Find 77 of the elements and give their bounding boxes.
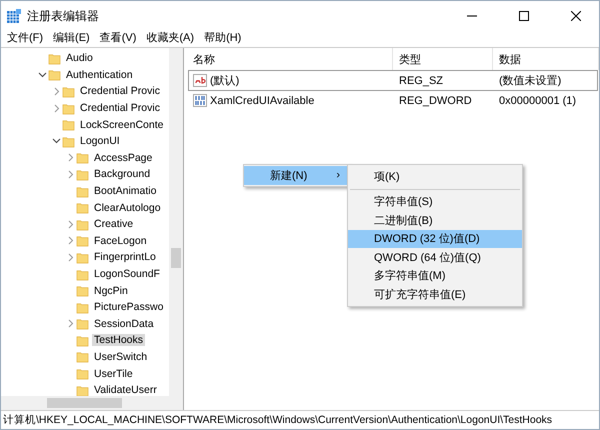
tree-item[interactable]: Credential Provic [78,102,162,114]
menu-item[interactable]: 可扩充字符串值(E) [348,285,522,304]
folder-icon [62,84,75,98]
folder-icon [76,367,89,380]
menu-item[interactable]: 字符串值(S) [348,192,522,211]
table-cell-text: (数值未设置) [498,74,562,88]
folder-icon [76,284,89,298]
tree-item[interactable]: TestHooks [92,334,146,346]
value-name: (默认) [210,74,240,88]
folder-icon [76,168,89,181]
tree-item[interactable]: Credential Provic [78,85,162,98]
close-icon [571,11,581,21]
tree-item[interactable]: BootAnimatio [92,185,158,198]
tree-item[interactable]: UserTile [92,368,135,380]
tree-item[interactable]: FingerprintLo [92,251,158,264]
menu-item[interactable]: 二进制值(B) [348,211,522,230]
tree-item[interactable]: LogonUI [78,135,122,148]
chevron-down-icon[interactable] [38,72,47,78]
tree-item[interactable]: PicturePasswo [92,301,166,314]
folder-icon [48,68,61,82]
tree-item[interactable]: Creative [92,218,136,230]
maximize-icon [519,11,529,21]
tree-item[interactable]: Authentication [64,68,135,81]
tree-item[interactable]: Audio [64,52,95,64]
menu-item[interactable]: 帮助(H) [204,30,242,44]
folder-icon [76,317,89,330]
menu-item[interactable]: QWORD (64 位)值(Q) [348,248,522,266]
folder-icon [62,118,75,132]
tree-item[interactable]: LogonSoundF [92,268,162,280]
table-cell-text: REG_DWORD [398,94,473,106]
table-cell-text: REG_SZ [398,74,444,86]
string-value-icon [193,74,207,87]
table-row[interactable]: XamlCredUIAvailable REG_DWORD 0x00000001 (1) [189,91,597,110]
menu-item[interactable]: 新建(N) › [244,166,348,184]
menu-item[interactable]: DWORD (32 位)值(D) [348,230,522,248]
horizontal-scrollbar[interactable] [1,396,183,410]
status-path: 计算机\HKEY_LOCAL_MACHINE\SOFTWARE\Microsoft\Windows\CurrentVersion\Authentication\LogonUI\TestHooks [3,413,552,427]
menu-item[interactable]: 多字符串值(M) [348,266,522,285]
folder-icon [76,184,89,198]
menu-item[interactable]: 收藏夹(A) [146,30,194,44]
tree-item[interactable]: ValidateUserr [92,384,159,396]
menu-item[interactable]: 编辑(E) [53,30,90,44]
registry-editor-icon [7,9,21,23]
folder-icon [76,218,89,231]
vertical-scrollbar[interactable] [169,48,183,396]
folder-icon [76,234,89,248]
folder-icon [76,201,89,214]
window-title: 注册表编辑器 [27,8,100,24]
tree-item[interactable]: FaceLogon [92,234,149,247]
tree-item[interactable]: LockScreenConte [78,118,166,131]
menu-item[interactable]: 文件(F) [7,30,44,44]
tree-item[interactable]: AccessPage [92,152,154,164]
value-name: XamlCredUIAvailable [210,94,314,106]
folder-icon [76,300,89,314]
tree-item[interactable]: UserSwitch [92,350,150,363]
column-header[interactable]: 类型 [393,48,493,70]
table-cell-text: 0x00000001 (1) [498,94,578,106]
folder-icon [76,151,89,164]
folder-icon [76,268,89,281]
folder-icon [76,334,89,347]
tree-item[interactable]: SessionData [92,318,156,330]
folder-icon [62,102,75,115]
chevron-right-icon[interactable] [68,319,74,328]
binary-value-icon [193,94,207,107]
folder-icon [76,250,89,264]
column-header[interactable]: 名称 [187,48,393,70]
menu-item[interactable]: 查看(V) [100,30,136,44]
chevron-down-icon[interactable] [52,138,61,144]
tree-item[interactable]: ClearAutologo [92,202,163,214]
folder-icon [48,52,61,65]
table-row[interactable]: (默认) REG_SZ (数值未设置) [189,71,597,90]
folder-icon [76,350,89,364]
folder-icon [62,134,75,148]
tree-item[interactable]: Background [92,168,152,180]
column-header[interactable]: 数据 [493,48,599,70]
menu-item[interactable]: 项(K) [348,167,522,186]
tree-item[interactable]: NgcPin [92,284,130,297]
